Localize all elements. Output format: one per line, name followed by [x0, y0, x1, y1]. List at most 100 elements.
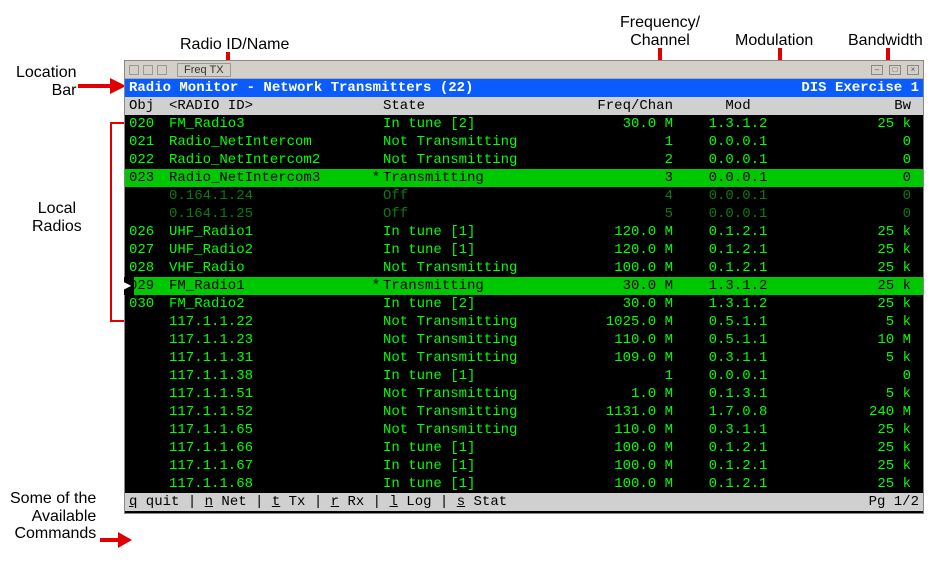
cell-state: In tune [2] [383, 295, 573, 313]
annot-commands: Some of the Available Commands [10, 490, 96, 543]
cell-mod: 0.3.1.1 [683, 349, 793, 367]
cell-mod: 1.3.1.2 [683, 295, 793, 313]
toolbar-icon[interactable] [143, 65, 153, 75]
table-row[interactable]: 029FM_Radio1*Transmitting30.0 M1.3.1.225… [125, 277, 923, 295]
table-row[interactable]: 0.164.1.25Off50.0.0.10 [125, 205, 923, 223]
cell-bw: 25 k [793, 241, 919, 259]
annot-bw: Bandwidth [848, 32, 923, 50]
table-row[interactable]: 0.164.1.24Off40.0.0.10 [125, 187, 923, 205]
cell-bw: 25 k [793, 115, 919, 133]
tab-freq-tx[interactable]: Freq TX [177, 63, 231, 77]
cell-freq: 1.0 M [573, 385, 683, 403]
cell-radio-id: UHF_Radio1 [169, 223, 369, 241]
cell-radio-id: 117.1.1.22 [169, 313, 369, 331]
cell-radio-id: 117.1.1.38 [169, 367, 369, 385]
cell-radio-id: 117.1.1.31 [169, 349, 369, 367]
cell-freq: 100.0 M [573, 475, 683, 493]
page-indicator: Pg 1/2 [869, 493, 919, 511]
cell-state: Not Transmitting [383, 259, 573, 277]
cell-star [369, 151, 383, 169]
cell-mod: 0.0.0.1 [683, 205, 793, 223]
cell-obj [129, 385, 169, 403]
cell-freq: 3 [573, 169, 683, 187]
cell-bw: 25 k [793, 475, 919, 493]
terminal: Radio Monitor - Network Transmitters (22… [125, 79, 923, 513]
cell-radio-id: 117.1.1.51 [169, 385, 369, 403]
col-radio-id[interactable]: <RADIO ID> [169, 97, 369, 115]
toolbar-icon[interactable] [157, 65, 167, 75]
table-row[interactable]: 117.1.1.65Not Transmitting110.0 M0.3.1.1… [125, 421, 923, 439]
table-row[interactable]: 117.1.1.31Not Transmitting109.0 M0.3.1.1… [125, 349, 923, 367]
cell-obj [129, 187, 169, 205]
cell-mod: 0.3.1.1 [683, 421, 793, 439]
cell-freq: 100.0 M [573, 259, 683, 277]
table-body: 020FM_Radio3In tune [2]30.0 M1.3.1.225 k… [125, 115, 923, 493]
cell-freq: 120.0 M [573, 223, 683, 241]
cell-obj: 030 [129, 295, 169, 313]
cell-freq: 2 [573, 151, 683, 169]
cell-radio-id: FM_Radio2 [169, 295, 369, 313]
table-row[interactable]: 020FM_Radio3In tune [2]30.0 M1.3.1.225 k [125, 115, 923, 133]
annot-freq: Frequency/ Channel [620, 14, 700, 49]
annot-radio-id: Radio ID/Name [180, 36, 289, 54]
table-row[interactable]: 117.1.1.23Not Transmitting110.0 M0.5.1.1… [125, 331, 923, 349]
table-row[interactable]: 117.1.1.68In tune [1]100.0 M0.1.2.125 k [125, 475, 923, 493]
cell-radio-id: 117.1.1.67 [169, 457, 369, 475]
cell-radio-id: FM_Radio1 [169, 277, 369, 295]
table-row[interactable]: 030FM_Radio2In tune [2]30.0 M1.3.1.225 k [125, 295, 923, 313]
cell-obj [129, 457, 169, 475]
table-row[interactable]: 022Radio_NetIntercom2Not Transmitting20.… [125, 151, 923, 169]
cell-bw: 240 M [793, 403, 919, 421]
table-row[interactable]: 028VHF_RadioNot Transmitting100.0 M0.1.2… [125, 259, 923, 277]
col-freq-chan[interactable]: Freq/Chan [573, 97, 683, 115]
cell-obj: 026 [129, 223, 169, 241]
cell-star [369, 187, 383, 205]
col-obj[interactable]: Obj [129, 97, 169, 115]
table-row[interactable]: 117.1.1.38In tune [1]10.0.0.10 [125, 367, 923, 385]
cell-obj [129, 331, 169, 349]
window-close-button[interactable]: × [907, 65, 919, 75]
col-state[interactable]: State [383, 97, 573, 115]
table-row[interactable]: 117.1.1.22Not Transmitting1025.0 M0.5.1.… [125, 313, 923, 331]
table-row[interactable]: 023Radio_NetIntercom3*Transmitting30.0.0… [125, 169, 923, 187]
table-row[interactable]: 117.1.1.66In tune [1]100.0 M0.1.2.125 k [125, 439, 923, 457]
cell-freq: 1131.0 M [573, 403, 683, 421]
cell-bw: 25 k [793, 457, 919, 475]
table-row[interactable]: 026UHF_Radio1In tune [1]120.0 M0.1.2.125… [125, 223, 923, 241]
cell-mod: 0.0.0.1 [683, 367, 793, 385]
cell-mod: 0.0.0.1 [683, 151, 793, 169]
cell-state: Not Transmitting [383, 151, 573, 169]
table-row[interactable]: 021Radio_NetIntercomNot Transmitting10.0… [125, 133, 923, 151]
arrow-commands [100, 532, 132, 548]
cell-obj [129, 439, 169, 457]
cell-bw: 25 k [793, 223, 919, 241]
cell-star: * [369, 277, 383, 295]
window-minimize-button[interactable]: – [871, 65, 883, 75]
cell-radio-id: VHF_Radio [169, 259, 369, 277]
window-maximize-button[interactable]: □ [889, 65, 901, 75]
col-mod[interactable]: Mod [683, 97, 793, 115]
cell-state: In tune [1] [383, 457, 573, 475]
cell-radio-id: 117.1.1.68 [169, 475, 369, 493]
toolbar-icon[interactable] [129, 65, 139, 75]
table-row[interactable]: 117.1.1.51Not Transmitting1.0 M0.1.3.15 … [125, 385, 923, 403]
table-row[interactable]: 117.1.1.52Not Transmitting1131.0 M1.7.0.… [125, 403, 923, 421]
col-bw[interactable]: Bw [793, 97, 919, 115]
cell-star [369, 133, 383, 151]
cell-radio-id: 117.1.1.65 [169, 421, 369, 439]
cell-obj [129, 403, 169, 421]
cell-bw: 5 k [793, 349, 919, 367]
cell-star [369, 421, 383, 439]
cell-bw: 0 [793, 151, 919, 169]
cell-star [369, 313, 383, 331]
cell-state: Not Transmitting [383, 349, 573, 367]
table-row[interactable]: 027UHF_Radio2In tune [1]120.0 M0.1.2.125… [125, 241, 923, 259]
cell-radio-id: Radio_NetIntercom [169, 133, 369, 151]
table-row[interactable]: 117.1.1.67In tune [1]100.0 M0.1.2.125 k [125, 457, 923, 475]
cell-mod: 0.0.0.1 [683, 169, 793, 187]
cell-star [369, 223, 383, 241]
cell-bw: 0 [793, 169, 919, 187]
location-bar: Radio Monitor - Network Transmitters (22… [125, 79, 923, 97]
cell-state: Off [383, 187, 573, 205]
cell-freq: 1 [573, 367, 683, 385]
